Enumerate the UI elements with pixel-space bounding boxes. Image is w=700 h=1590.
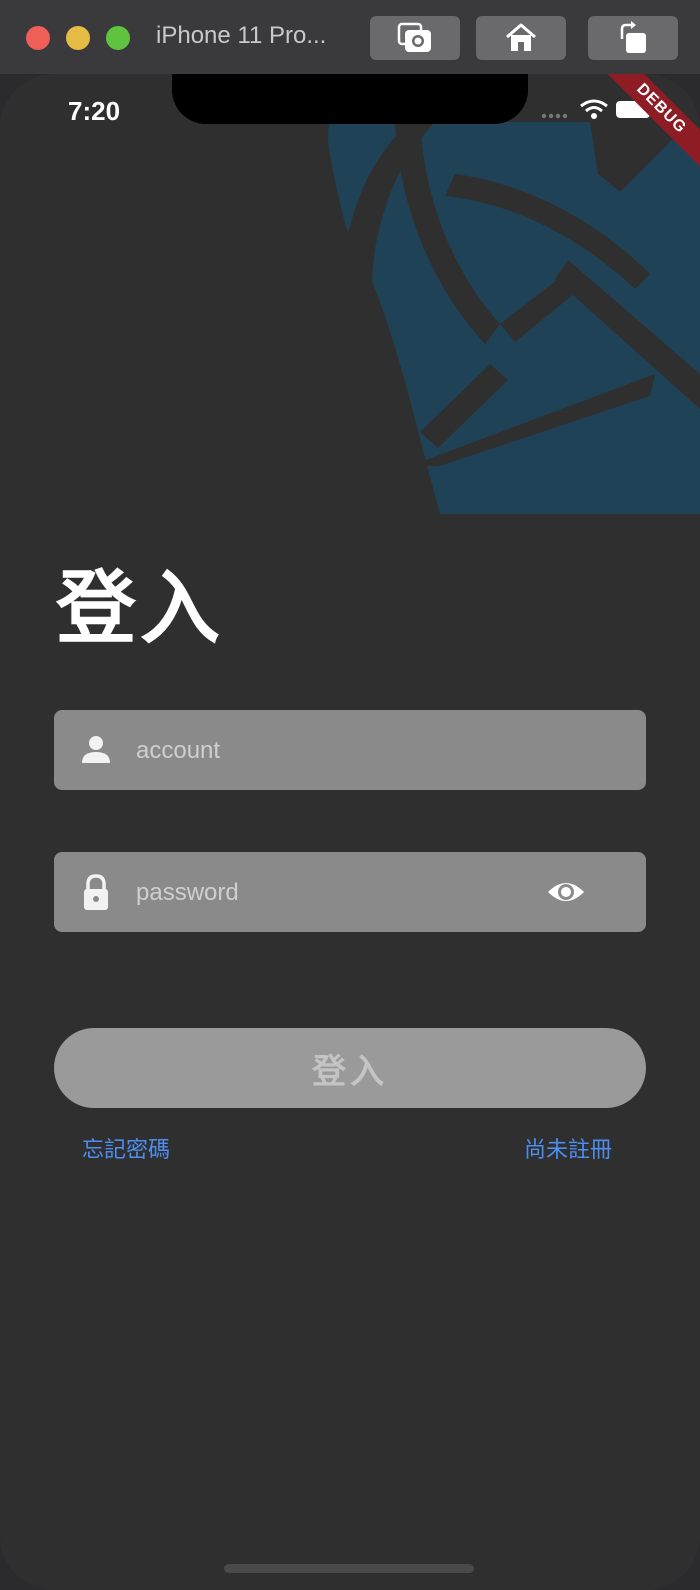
simulator-title-bar: iPhone 11 Pro... xyxy=(0,0,700,75)
minimize-window-button[interactable] xyxy=(66,26,90,50)
eye-icon[interactable] xyxy=(546,874,586,910)
home-indicator xyxy=(224,1564,474,1573)
rotate-button[interactable] xyxy=(588,16,678,60)
device-notch xyxy=(172,74,528,124)
signal-icon xyxy=(541,113,568,119)
login-button[interactable]: 登入 xyxy=(54,1028,646,1108)
screenshot-button[interactable] xyxy=(370,16,460,60)
window-title: iPhone 11 Pro... xyxy=(156,22,327,49)
status-time: 7:20 xyxy=(68,96,121,126)
account-input[interactable] xyxy=(134,710,538,792)
home-button[interactable] xyxy=(476,16,566,60)
screenshot-icon xyxy=(397,22,431,52)
wifi-icon xyxy=(580,99,609,119)
phone-screen: 7:20 DEBUG 登入 account 登入 忘記密碼 尚未註冊 xyxy=(0,74,700,1590)
forgot-password-link[interactable]: 忘記密碼 xyxy=(82,1132,170,1164)
password-field[interactable] xyxy=(54,852,646,934)
close-window-button[interactable] xyxy=(26,26,50,50)
page-title: 登入 xyxy=(56,562,224,655)
zoom-window-button[interactable] xyxy=(106,26,130,50)
password-input[interactable] xyxy=(134,852,538,934)
background-globe-art xyxy=(328,122,700,514)
lock-icon xyxy=(84,874,108,910)
home-icon xyxy=(506,23,536,51)
person-icon xyxy=(82,736,110,763)
rotate-icon xyxy=(620,21,646,53)
register-link[interactable]: 尚未註冊 xyxy=(524,1132,612,1164)
account-field[interactable] xyxy=(54,710,646,792)
